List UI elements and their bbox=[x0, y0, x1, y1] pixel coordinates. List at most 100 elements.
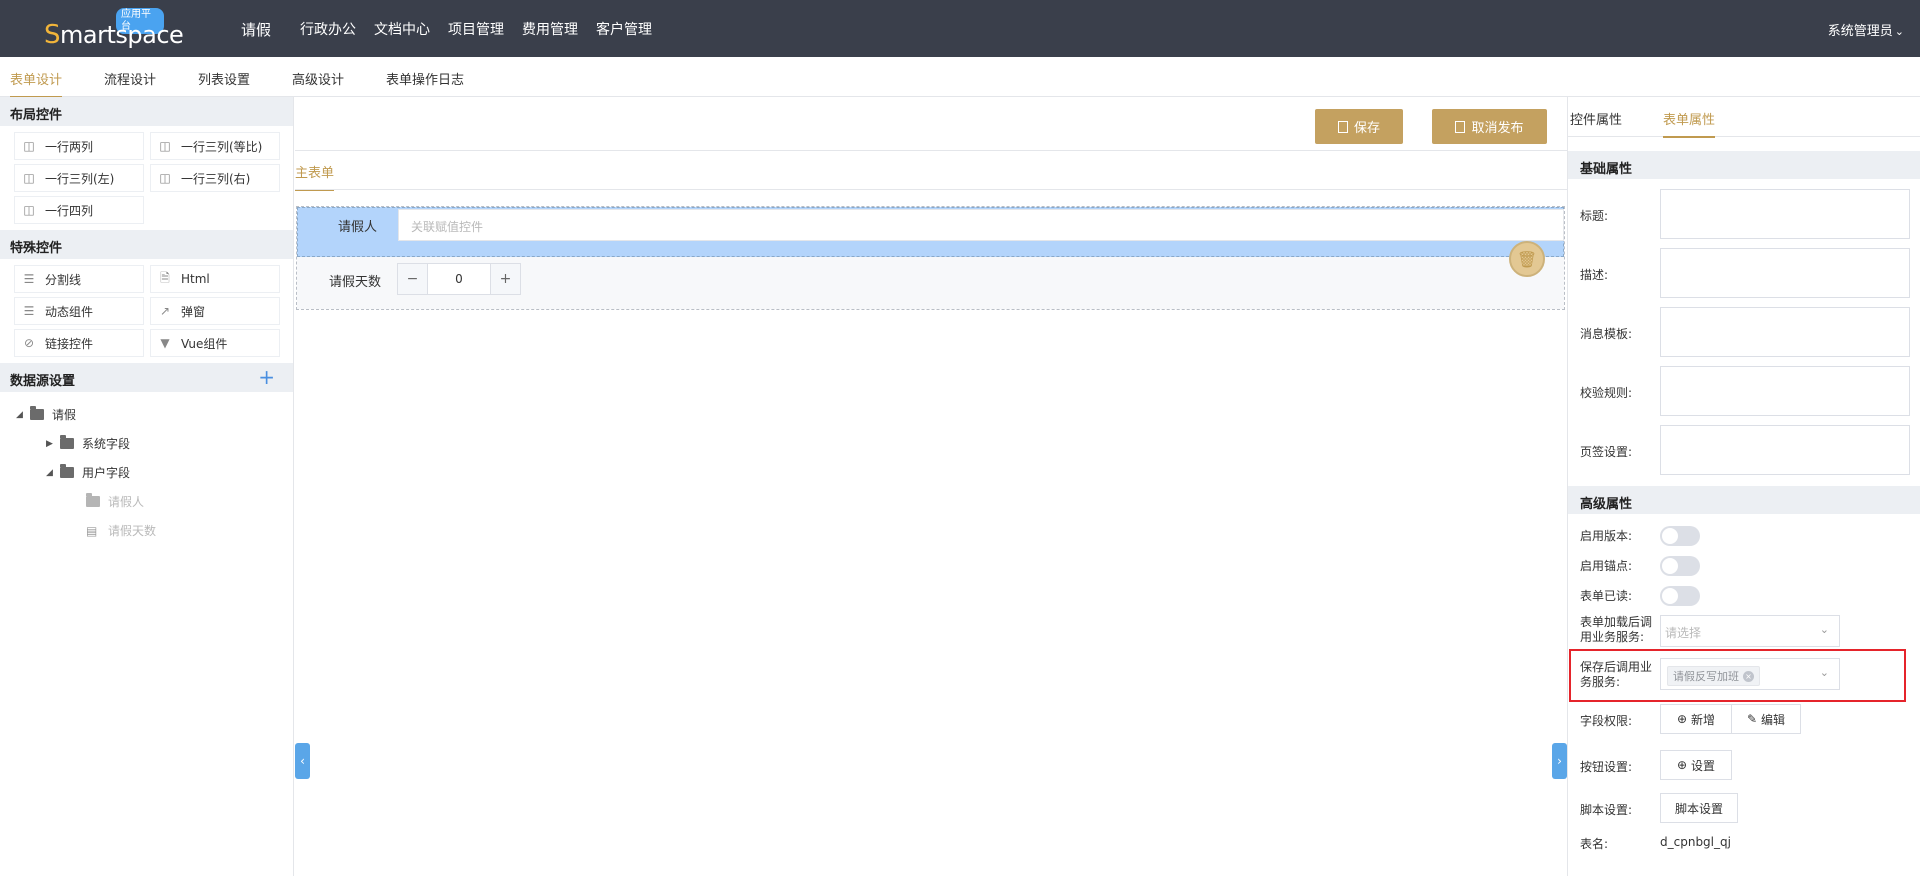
control-two-columns[interactable]: ◫ 一行两列 bbox=[14, 132, 144, 160]
control-three-columns-equal[interactable]: ◫ 一行三列(等比) bbox=[150, 132, 280, 160]
expand-arrow-icon[interactable]: ▶ bbox=[46, 439, 60, 449]
folder-icon bbox=[60, 464, 74, 478]
prop-label-title: 标题: bbox=[1580, 209, 1609, 223]
prop-label-enable-version: 启用版本: bbox=[1580, 529, 1633, 543]
tab-main-form[interactable]: 主表单 bbox=[295, 162, 335, 191]
plus-circle-icon: ⊕ bbox=[1676, 758, 1688, 772]
prop-label-form-read: 表单已读: bbox=[1580, 589, 1633, 603]
edit-field-permission-button[interactable]: ✎ 编辑 bbox=[1731, 704, 1801, 734]
form-read-toggle[interactable] bbox=[1660, 586, 1700, 606]
collapse-right-panel-button[interactable]: › bbox=[1552, 743, 1567, 779]
prop-label-validation: 校验规则: bbox=[1580, 386, 1633, 400]
left-panel: 布局控件 ◫ 一行两列 ◫ 一行三列(等比) ◫ 一行三列(左) ◫ 一行三列(右) ◫… bbox=[0, 97, 294, 876]
tab-settings-textarea[interactable] bbox=[1660, 425, 1910, 475]
tree-node-root[interactable]: ◢ 请假 bbox=[14, 400, 293, 429]
control-vue[interactable]: ▼ Vue组件 bbox=[150, 329, 280, 357]
decrement-button[interactable]: − bbox=[398, 264, 428, 294]
dynamic-icon: ☰ bbox=[23, 304, 35, 318]
layout-controls: ◫ 一行两列 ◫ 一行三列(等比) ◫ 一行三列(左) ◫ 一行三列(右) ◫ 一行四列 bbox=[0, 126, 293, 230]
nav-item-docs[interactable]: 文档中心 bbox=[374, 19, 430, 39]
user-name: 系统管理员 bbox=[1827, 24, 1893, 39]
chevron-left-icon: ‹ bbox=[300, 754, 305, 768]
tree-node-system-fields[interactable]: ▶ 系统字段 bbox=[14, 429, 293, 458]
popup-icon: ↗ bbox=[159, 304, 171, 318]
title-textarea[interactable] bbox=[1660, 189, 1910, 239]
vue-icon: ▼ bbox=[160, 336, 170, 350]
logo-text: martspace bbox=[60, 21, 184, 49]
prop-label-description: 描述: bbox=[1580, 268, 1609, 282]
nav-item-customers[interactable]: 客户管理 bbox=[596, 19, 652, 39]
field-label-days: 请假天数 bbox=[329, 275, 382, 290]
top-nav: 行政办公 文档中心 项目管理 费用管理 客户管理 bbox=[300, 19, 670, 39]
collapse-arrow-icon[interactable]: ◢ bbox=[46, 468, 60, 478]
user-menu[interactable]: 系统管理员 ⌄ bbox=[1828, 20, 1904, 39]
tab-advanced-design[interactable]: 高级设计 bbox=[292, 69, 344, 96]
days-value[interactable]: 0 bbox=[428, 264, 490, 294]
form-row-applicant-selected[interactable]: 请假人 关联赋值控件 bbox=[297, 207, 1564, 257]
special-controls: ☰ 分割线 🗎 Html ☰ 动态组件 ↗ 弹窗 ⊘ 链接控件 ▼ Vue组件 bbox=[0, 259, 293, 363]
datasource-tree: ◢ 请假 ▶ 系统字段 ◢ 用户字段 请假人 ▤ 请假天数 bbox=[0, 392, 293, 545]
logo-initial: S bbox=[44, 20, 61, 50]
document-icon bbox=[1455, 120, 1466, 133]
properties-panel: 控件属性 表单属性 基础属性 标题: 描述: 消息模板: 校验规则: 页签设置:… bbox=[1567, 97, 1920, 876]
nav-item-admin[interactable]: 行政办公 bbox=[300, 19, 356, 39]
add-datasource-icon[interactable]: + bbox=[258, 365, 275, 389]
html-file-icon: 🗎 bbox=[160, 270, 170, 285]
button-settings-button[interactable]: ⊕ 设置 bbox=[1660, 750, 1732, 780]
enable-version-toggle[interactable] bbox=[1660, 526, 1700, 546]
app-title[interactable]: 请假 bbox=[241, 19, 271, 40]
tree-node-field-applicant[interactable]: 请假人 bbox=[14, 487, 293, 516]
collapse-arrow-icon[interactable]: ◢ bbox=[16, 410, 30, 420]
save-button[interactable]: 保存 bbox=[1315, 109, 1403, 144]
increment-button[interactable]: + bbox=[490, 264, 520, 294]
control-three-columns-left[interactable]: ◫ 一行三列(左) bbox=[14, 164, 144, 192]
enable-anchor-toggle[interactable] bbox=[1660, 556, 1700, 576]
highlight-box bbox=[1569, 649, 1906, 702]
table-name-value: d_cpnbgl_qj bbox=[1660, 835, 1731, 849]
tab-control-properties[interactable]: 控件属性 bbox=[1570, 109, 1622, 136]
document-icon bbox=[1337, 120, 1348, 133]
divider bbox=[295, 150, 1567, 151]
validation-textarea[interactable] bbox=[1660, 366, 1910, 416]
columns-icon: ◫ bbox=[159, 139, 171, 153]
tree-node-field-days[interactable]: ▤ 请假天数 bbox=[14, 516, 293, 545]
nav-item-expenses[interactable]: 费用管理 bbox=[522, 19, 578, 39]
control-three-columns-right[interactable]: ◫ 一行三列(右) bbox=[150, 164, 280, 192]
logo[interactable]: 应用平台 Smartspace bbox=[44, 8, 184, 50]
message-template-textarea[interactable] bbox=[1660, 307, 1910, 357]
control-html[interactable]: 🗎 Html bbox=[150, 265, 280, 293]
description-textarea[interactable] bbox=[1660, 248, 1910, 298]
control-divider[interactable]: ☰ 分割线 bbox=[14, 265, 144, 293]
script-settings-button[interactable]: 脚本设置 bbox=[1660, 793, 1738, 823]
trash-icon: 🗑 bbox=[1516, 249, 1538, 269]
add-field-permission-button[interactable]: ⊕ 新增 bbox=[1660, 704, 1732, 734]
tab-form-log[interactable]: 表单操作日志 bbox=[386, 69, 464, 96]
chevron-down-icon: ⌄ bbox=[1819, 623, 1829, 636]
days-stepper[interactable]: − 0 + bbox=[397, 263, 521, 295]
delete-control-button[interactable]: 🗑 bbox=[1509, 241, 1545, 277]
control-dynamic[interactable]: ☰ 动态组件 bbox=[14, 297, 144, 325]
unpublish-button[interactable]: 取消发布 bbox=[1432, 109, 1547, 144]
link-icon: ⊘ bbox=[23, 336, 35, 350]
tab-form-design[interactable]: 表单设计 bbox=[10, 69, 63, 98]
applicant-input[interactable]: 关联赋值控件 bbox=[398, 209, 1564, 241]
control-four-columns[interactable]: ◫ 一行四列 bbox=[14, 196, 144, 224]
nav-item-projects[interactable]: 项目管理 bbox=[448, 19, 504, 39]
tree-node-user-fields[interactable]: ◢ 用户字段 bbox=[14, 458, 293, 487]
tab-form-properties[interactable]: 表单属性 bbox=[1663, 109, 1716, 138]
tab-flow-design[interactable]: 流程设计 bbox=[104, 69, 156, 96]
control-link[interactable]: ⊘ 链接控件 bbox=[14, 329, 144, 357]
columns-icon: ◫ bbox=[23, 139, 35, 153]
control-popup[interactable]: ↗ 弹窗 bbox=[150, 297, 280, 325]
special-controls-title: 特殊控件 bbox=[0, 230, 293, 259]
prop-label-message-template: 消息模板: bbox=[1580, 327, 1633, 341]
list-field-icon: ▤ bbox=[86, 523, 98, 538]
after-load-service-select[interactable]: 请选择 ⌄ bbox=[1660, 615, 1840, 647]
prop-label-enable-anchor: 启用锚点: bbox=[1580, 559, 1633, 573]
advanced-properties-title: 高级属性 bbox=[1568, 486, 1920, 514]
prop-label-table-name: 表名: bbox=[1580, 837, 1609, 851]
tab-list-settings[interactable]: 列表设置 bbox=[198, 69, 250, 96]
collapse-left-panel-button[interactable]: ‹ bbox=[295, 743, 310, 779]
prop-label-after-load-service: 表单加载后调 用业务服务: bbox=[1580, 615, 1653, 644]
form-row-days[interactable]: 请假天数 − 0 + bbox=[297, 257, 1564, 309]
